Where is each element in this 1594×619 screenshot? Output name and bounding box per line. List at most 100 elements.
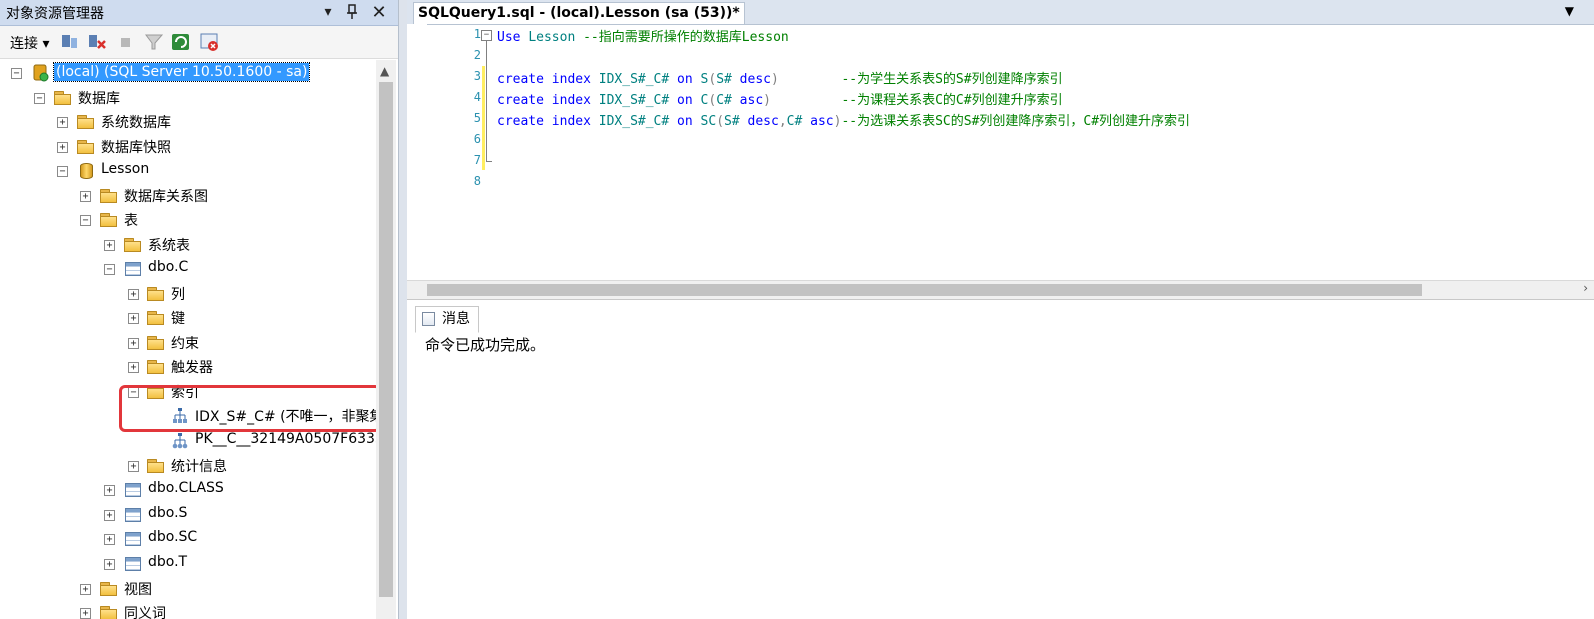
scrollbar-thumb[interactable] <box>427 284 1422 296</box>
tree-item-label: IDX_S#_C# (不唯一，非聚集) <box>195 409 376 425</box>
tree-item-index-idx[interactable]: IDX_S#_C# (不唯一，非聚集) <box>0 405 376 427</box>
tree-item-label: 统计信息 <box>171 459 227 475</box>
tree-item-label: 触发器 <box>171 360 213 376</box>
tree-item-label: dbo.C <box>148 259 189 275</box>
collapse-region-icon[interactable]: − <box>481 30 492 41</box>
folder-icon <box>147 459 165 473</box>
connect-button[interactable]: 连接 ▾ <box>10 33 49 53</box>
folder-icon <box>147 311 165 325</box>
table-icon <box>125 262 141 276</box>
scroll-up-icon[interactable]: ▲ <box>380 64 389 78</box>
line-number: 6 <box>473 132 481 146</box>
tab-sqlquery1[interactable]: SQLQuery1.sql - (local).Lesson (sa (53))… <box>413 2 745 24</box>
object-explorer-title: 对象资源管理器 <box>6 6 104 22</box>
tree-item-index-pk[interactable]: PK__C__32149A0507F6335A <box>0 430 376 452</box>
editor-horizontal-scrollbar[interactable]: › <box>407 280 1594 299</box>
tree-item-table-t[interactable]: + dbo.T <box>0 553 376 575</box>
stop-activity-icon[interactable] <box>199 32 219 52</box>
folder-icon <box>147 360 165 374</box>
line-number: 7 <box>473 153 481 167</box>
tree-item-views[interactable]: + 视图 <box>0 578 376 600</box>
table-icon <box>125 483 141 497</box>
tree-item-indexes[interactable]: − 索引 <box>0 381 376 403</box>
line-numbers: 1 2 3 4 5 6 7 8 <box>427 24 485 282</box>
line-number: 1 <box>473 27 481 41</box>
line-number: 5 <box>473 111 481 125</box>
disconnect-icon[interactable] <box>87 32 107 52</box>
stop-icon[interactable] <box>117 32 137 52</box>
tree-item-label: 系统表 <box>148 238 190 254</box>
tree-item-synonyms[interactable]: + 同义词 <box>0 602 376 619</box>
tree-item-table-c[interactable]: − dbo.C <box>0 258 376 280</box>
document-tabbar: SQLQuery1.sql - (local).Lesson (sa (53))… <box>407 0 1594 25</box>
tree-item-label: dbo.SC <box>148 529 198 545</box>
tree-item-label: 键 <box>171 311 185 327</box>
tree-item-label: 数据库关系图 <box>124 189 208 205</box>
tree-item-tables[interactable]: − 表 <box>0 209 376 231</box>
tree-item-label: 系统数据库 <box>101 115 171 131</box>
tree-item-label: (local) (SQL Server 10.50.1600 - sa) <box>52 62 311 82</box>
code-line-3: create index IDX_S#_C# on S(S# desc) --为… <box>497 72 1063 87</box>
outline-line <box>486 41 487 161</box>
table-icon <box>125 557 141 571</box>
scrollbar-thumb[interactable] <box>379 82 393 597</box>
tree-item-database-snapshots[interactable]: + 数据库快照 <box>0 136 376 158</box>
folder-icon <box>100 213 118 227</box>
tree-item-statistics[interactable]: + 统计信息 <box>0 455 376 477</box>
refresh-icon[interactable] <box>171 32 191 52</box>
tree-item-system-tables[interactable]: + 系统表 <box>0 234 376 256</box>
tree-item-columns[interactable]: + 列 <box>0 283 376 305</box>
object-explorer-tree: − (local) (SQL Server 10.50.1600 - sa) −… <box>0 60 376 619</box>
tree-item-table-class[interactable]: + dbo.CLASS <box>0 479 376 501</box>
close-icon[interactable]: ✕ <box>369 2 389 23</box>
line-number: 4 <box>473 90 481 104</box>
database-icon <box>80 163 94 179</box>
tab-messages[interactable]: 消息 <box>415 306 479 333</box>
tree-item-lesson-db[interactable]: − Lesson <box>0 160 376 182</box>
tree-item-label: 约束 <box>171 336 199 352</box>
tab-list-dropdown-icon[interactable]: ▼ <box>1565 4 1574 18</box>
code-line-4: create index IDX_S#_C# on C(C# asc) --为课… <box>497 93 1063 108</box>
scroll-right-icon[interactable]: › <box>1583 281 1588 295</box>
table-icon <box>125 508 141 522</box>
messages-icon <box>422 312 435 326</box>
tree-item-diagrams[interactable]: + 数据库关系图 <box>0 185 376 207</box>
results-pane: 消息 命令已成功完成。 <box>407 299 1594 619</box>
folder-icon <box>147 287 165 301</box>
line-number: 3 <box>473 69 481 83</box>
folder-icon <box>147 336 165 350</box>
connect-object-explorer-icon[interactable] <box>60 32 80 52</box>
tree-item-triggers[interactable]: + 触发器 <box>0 356 376 378</box>
filter-icon[interactable] <box>144 32 164 52</box>
tree-item-label: 数据库 <box>78 91 120 107</box>
query-editor-panel: SQLQuery1.sql - (local).Lesson (sa (53))… <box>407 0 1594 619</box>
code-line-5: create index IDX_S#_C# on SC(S# desc,C# … <box>497 114 1191 129</box>
index-icon <box>172 408 190 424</box>
folder-icon <box>100 189 118 203</box>
tab-label: 消息 <box>442 311 470 327</box>
tree-item-label: Lesson <box>101 161 150 177</box>
tree-item-table-s[interactable]: + dbo.S <box>0 504 376 526</box>
tree-item-label: 数据库快照 <box>101 140 171 156</box>
pin-icon[interactable] <box>342 2 362 22</box>
tree-item-constraints[interactable]: + 约束 <box>0 332 376 354</box>
code-editor[interactable]: 1 2 3 4 5 6 7 8 − Use Lesson --指向需要所操作的数… <box>407 24 1594 282</box>
tree-item-label: 表 <box>124 213 138 229</box>
tree-item-label: 索引 <box>171 385 199 401</box>
tree-item-label: dbo.T <box>148 554 188 570</box>
tree-item-table-sc[interactable]: + dbo.SC <box>0 528 376 550</box>
dropdown-icon[interactable]: ▾ <box>318 2 338 22</box>
changed-lines-marker <box>482 66 485 170</box>
object-explorer-toolbar: 连接 ▾ <box>0 26 398 59</box>
editor-margin <box>407 24 427 282</box>
outline-end <box>486 161 492 162</box>
tree-item-system-databases[interactable]: + 系统数据库 <box>0 111 376 133</box>
tree-item-label: PK__C__32149A0507F6335A <box>195 431 376 447</box>
tree-item-server[interactable]: − (local) (SQL Server 10.50.1600 - sa) <box>0 62 376 84</box>
object-explorer-scrollbar[interactable]: ▲ <box>376 60 396 619</box>
result-message: 命令已成功完成。 <box>425 336 546 354</box>
tree-item-keys[interactable]: + 键 <box>0 307 376 329</box>
tree-item-databases[interactable]: − 数据库 <box>0 87 376 109</box>
server-icon <box>32 64 50 82</box>
folder-icon <box>100 606 118 619</box>
